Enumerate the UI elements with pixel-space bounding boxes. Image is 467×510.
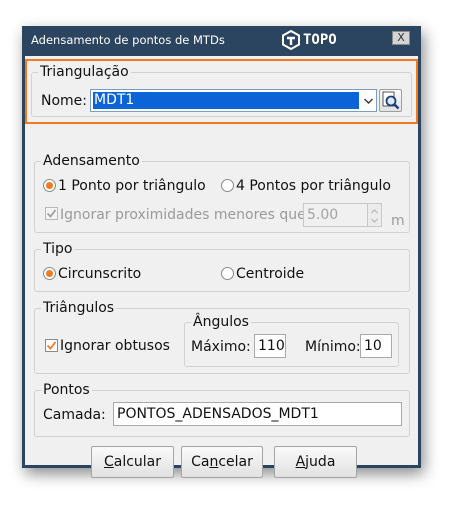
camada-input[interactable]: PONTOS_ADENSADOS_MDT1 [113,402,402,426]
label-maximo: Máximo: [191,339,251,355]
logo-text: TOPO [303,32,337,48]
dialog-body: Triangulação Nome: MDT1 Adensamento 1 Po… [25,56,418,478]
label-minimo: Mínimo: [305,339,361,355]
label-ignorar-obtusos[interactable]: Ignorar obtusos [60,338,170,354]
maximo-input[interactable]: 110 [254,334,286,358]
label-centroide[interactable]: Centroide [236,266,304,282]
close-button[interactable]: X [392,31,410,45]
nome-label: Nome: [41,93,88,109]
lookup-button[interactable] [379,89,402,112]
legend-triangulos: Triângulos [41,300,117,316]
magnifier-icon [382,91,400,110]
checkmark-icon [46,209,57,218]
label-ignorar-proximidades: Ignorar proximidades menores que: [60,207,311,223]
nome-combobox[interactable]: MDT1 [90,89,377,112]
spin-down-icon [371,218,378,223]
chevron-down-icon[interactable] [363,94,374,108]
label-camada: Camada: [43,407,106,423]
calcular-button[interactable]: Calcular [91,446,174,478]
legend-angulos: Ângulos [191,314,251,330]
label-4-pontos[interactable]: 4 Pontos por triângulo [236,178,391,194]
minimo-input[interactable]: 10 [360,334,392,358]
cancelar-button[interactable]: Cancelar [181,446,263,478]
legend-adensamento: Adensamento [41,153,142,169]
label-circunscrito[interactable]: Circunscrito [58,266,141,282]
checkmark-icon [46,341,57,350]
topo-logo: TOPO [281,30,337,50]
nome-selected-value: MDT1 [93,92,359,109]
radio-4-pontos[interactable] [221,179,234,192]
distance-spinner [367,203,382,227]
distance-input: 5.00 [303,203,368,227]
checkbox-ignorar-proximidades [45,207,58,220]
distance-unit: m [391,213,405,229]
topo-logo-icon [282,30,300,50]
label-1-ponto[interactable]: 1 Ponto por triângulo [58,178,206,194]
dialog-window: Adensamento de pontos de MTDs TOPO X Tri… [22,26,421,478]
checkbox-ignorar-obtusos[interactable] [45,339,58,352]
window-title: Adensamento de pontos de MTDs [31,33,225,47]
radio-circunscrito[interactable] [43,267,56,280]
legend-triangulacao: Triangulação [38,64,131,80]
ajuda-button[interactable]: Ajuda [274,446,357,478]
legend-pontos: Pontos [41,382,92,398]
radio-1-ponto[interactable] [43,179,56,192]
radio-centroide[interactable] [221,267,234,280]
spin-up-icon [371,209,378,214]
title-bar[interactable]: Adensamento de pontos de MTDs TOPO X [22,26,421,53]
legend-tipo: Tipo [41,241,75,257]
